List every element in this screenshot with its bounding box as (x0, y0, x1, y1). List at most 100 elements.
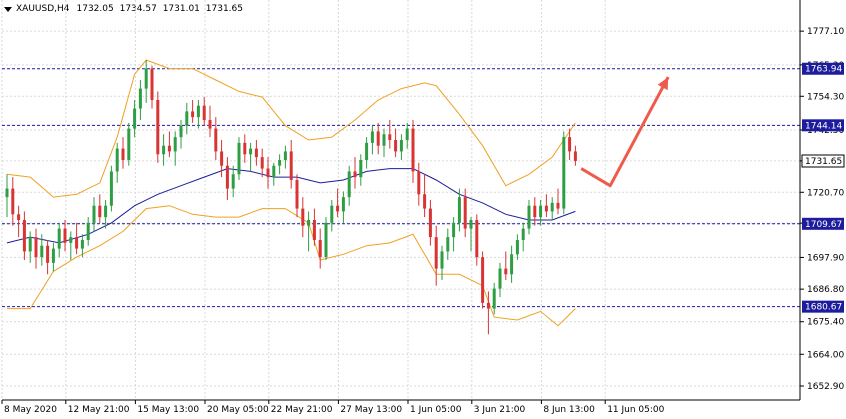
candle-body[interactable] (243, 142, 247, 155)
candle-body[interactable] (133, 108, 137, 129)
candle-body[interactable] (446, 237, 450, 252)
candle-body[interactable] (568, 137, 572, 152)
candle-body[interactable] (208, 120, 212, 129)
candle-body[interactable] (121, 148, 125, 160)
candle-body[interactable] (336, 205, 340, 212)
candle-body[interactable] (324, 222, 328, 258)
candle-body[interactable] (399, 140, 403, 152)
candle-body[interactable] (104, 205, 108, 218)
candle-body[interactable] (231, 174, 235, 189)
candle-body[interactable] (51, 248, 55, 263)
candle-body[interactable] (359, 160, 363, 178)
candle-body[interactable] (167, 145, 171, 152)
candle-body[interactable] (196, 105, 200, 118)
candle-body[interactable] (498, 268, 502, 289)
candle-body[interactable] (17, 214, 21, 220)
candle-body[interactable] (214, 128, 218, 152)
candle-body[interactable] (46, 245, 50, 263)
candle-body[interactable] (365, 142, 369, 160)
candle-body[interactable] (440, 251, 444, 269)
candle-body[interactable] (109, 171, 113, 206)
candle-body[interactable] (394, 140, 398, 152)
candle-body[interactable] (417, 171, 421, 195)
candle-body[interactable] (179, 125, 183, 138)
candle-body[interactable] (492, 288, 496, 309)
candle-body[interactable] (573, 151, 577, 161)
candle-body[interactable] (98, 205, 102, 218)
candle-body[interactable] (382, 134, 386, 146)
candle-body[interactable] (411, 128, 415, 172)
candle-body[interactable] (22, 220, 26, 252)
candle-body[interactable] (75, 237, 79, 249)
candle-body[interactable] (341, 197, 345, 212)
candle-body[interactable] (376, 131, 380, 146)
candle-body[interactable] (562, 137, 566, 209)
candle-body[interactable] (405, 128, 409, 140)
candle-body[interactable] (150, 68, 154, 100)
candle-body[interactable] (539, 205, 543, 218)
candle-body[interactable] (475, 220, 479, 258)
candle-body[interactable] (40, 245, 44, 258)
candle-body[interactable] (138, 88, 142, 109)
candle-body[interactable] (544, 205, 548, 212)
candle-body[interactable] (266, 168, 270, 178)
candle-body[interactable] (289, 151, 293, 180)
candle-body[interactable] (28, 237, 32, 252)
candle-body[interactable] (237, 142, 241, 175)
candle-body[interactable] (556, 202, 560, 209)
candle-body[interactable] (191, 111, 195, 118)
candle-body[interactable] (272, 165, 276, 178)
candle-body[interactable] (353, 171, 357, 178)
candle-body[interactable] (249, 148, 253, 155)
candle-body[interactable] (283, 151, 287, 160)
candle-body[interactable] (5, 188, 9, 198)
candle-body[interactable] (260, 157, 264, 169)
candle-body[interactable] (220, 151, 224, 166)
candle-body[interactable] (504, 268, 508, 275)
candle-body[interactable] (173, 137, 177, 152)
candle-body[interactable] (92, 205, 96, 223)
candle-body[interactable] (510, 254, 514, 275)
candle-body[interactable] (156, 100, 160, 155)
candle-body[interactable] (254, 148, 258, 158)
candle-body[interactable] (330, 205, 334, 223)
candle-body[interactable] (295, 180, 299, 209)
candle-body[interactable] (457, 197, 461, 223)
candle-body[interactable] (469, 220, 473, 229)
candle-body[interactable] (127, 128, 131, 160)
candle-body[interactable] (370, 131, 374, 143)
candle-body[interactable] (225, 165, 229, 189)
candle-body[interactable] (144, 68, 148, 89)
candle-body[interactable] (388, 134, 392, 140)
candle-body[interactable] (312, 220, 316, 240)
candle-body[interactable] (434, 237, 438, 269)
candle-body[interactable] (527, 205, 531, 229)
candle-body[interactable] (57, 228, 61, 249)
candle-body[interactable] (11, 188, 15, 215)
candle-body[interactable] (115, 148, 119, 172)
candle-body[interactable] (202, 105, 206, 120)
candle-body[interactable] (318, 240, 322, 258)
candle-body[interactable] (550, 202, 554, 212)
candle-body[interactable] (69, 237, 73, 243)
candle-body[interactable] (307, 220, 311, 226)
candle-body[interactable] (521, 228, 525, 240)
candle-body[interactable] (452, 222, 456, 238)
candle-body[interactable] (34, 237, 38, 258)
candle-body[interactable] (185, 111, 189, 126)
candle-body[interactable] (278, 160, 282, 166)
candle-body[interactable] (301, 208, 305, 226)
candle-body[interactable] (80, 240, 84, 249)
candle-body[interactable] (533, 205, 537, 218)
candle-body[interactable] (463, 197, 467, 229)
price-chart[interactable]: 1777.101765.301754.301742.501731.701720.… (0, 0, 846, 419)
candle-body[interactable] (515, 240, 519, 255)
candle-body[interactable] (63, 228, 67, 243)
candle-body[interactable] (162, 145, 166, 155)
candle-body[interactable] (481, 257, 485, 303)
candle-body[interactable] (486, 302, 490, 309)
candle-body[interactable] (347, 171, 351, 198)
candle-body[interactable] (86, 222, 90, 240)
candle-body[interactable] (423, 194, 427, 209)
candle-body[interactable] (428, 208, 432, 238)
